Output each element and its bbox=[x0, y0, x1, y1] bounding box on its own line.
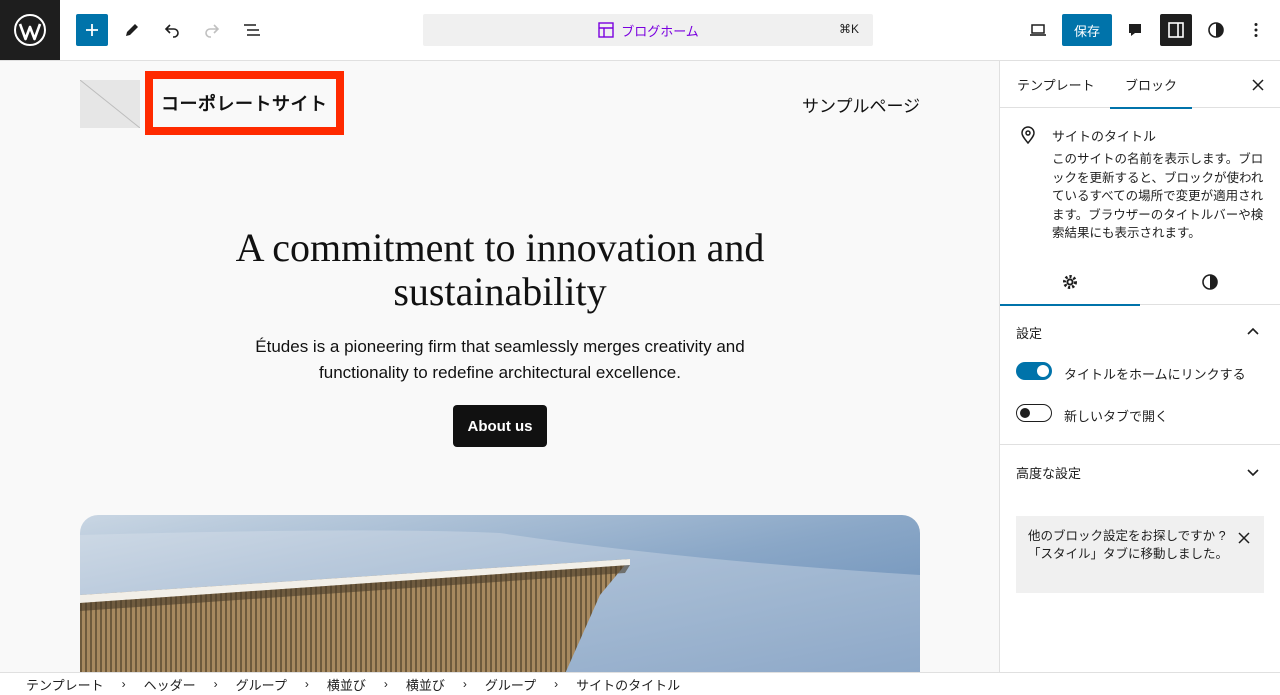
chevron-right-icon: › bbox=[304, 677, 309, 691]
gear-icon bbox=[1063, 274, 1077, 289]
block-inserter-button[interactable] bbox=[76, 14, 108, 46]
breadcrumb-item[interactable]: グループ bbox=[236, 675, 287, 694]
chevron-right-icon: › bbox=[121, 677, 126, 691]
preview-device-button[interactable] bbox=[1022, 14, 1054, 46]
site-title[interactable]: コーポレートサイト bbox=[161, 90, 328, 116]
chevron-up-icon[interactable] bbox=[1246, 324, 1260, 338]
command-label: ブログホーム bbox=[621, 23, 699, 39]
advanced-panel[interactable]: 高度な設定 bbox=[1000, 445, 1280, 497]
save-button[interactable]: 保存 bbox=[1062, 14, 1112, 46]
close-icon bbox=[1252, 79, 1264, 91]
command-palette-bar[interactable]: ブログホーム ⌘K bbox=[423, 14, 873, 46]
template-icon bbox=[598, 22, 614, 38]
block-card: サイトのタイトル このサイトの名前を表示します。ブロックを更新すると、ブロックが… bbox=[1000, 108, 1280, 258]
sidebar-icon bbox=[1168, 22, 1184, 38]
settings-panel: 設定 タイトルをホームにリンクする 新しいタブで開く bbox=[1000, 305, 1280, 445]
block-breadcrumb: テンプレート › ヘッダー › グループ › 横並び › 横並び › グループ … bbox=[0, 672, 1280, 695]
close-sidebar-button[interactable] bbox=[1248, 75, 1268, 95]
link-to-home-toggle[interactable] bbox=[1016, 362, 1052, 380]
redo-button[interactable] bbox=[196, 14, 228, 46]
site-title-block[interactable]: コーポレートサイト bbox=[145, 71, 344, 135]
map-pin-icon bbox=[1021, 126, 1035, 145]
tab-settings[interactable] bbox=[1000, 258, 1140, 306]
building-image bbox=[80, 515, 920, 672]
block-name: サイトのタイトル bbox=[1052, 129, 1157, 144]
chevron-right-icon: › bbox=[213, 677, 218, 691]
tab-styles[interactable] bbox=[1140, 258, 1280, 305]
chevron-right-icon: › bbox=[462, 677, 467, 691]
list-view-icon bbox=[244, 24, 260, 36]
undo-icon bbox=[164, 24, 179, 38]
tools-button[interactable] bbox=[116, 14, 148, 46]
chevron-down-icon[interactable] bbox=[1246, 465, 1260, 479]
tab-template[interactable]: テンプレート bbox=[1017, 61, 1095, 108]
contrast-icon bbox=[1208, 22, 1224, 38]
breadcrumb-item-current[interactable]: サイトのタイトル bbox=[576, 675, 680, 694]
dismiss-notice-button[interactable] bbox=[1238, 531, 1250, 549]
editor-canvas[interactable]: コーポレートサイト サンプルページ A commitment to innova… bbox=[0, 61, 999, 672]
logo-placeholder-icon bbox=[80, 80, 140, 128]
sidebar-tabs: テンプレート ブロック bbox=[1000, 61, 1280, 109]
settings-sidebar: テンプレート ブロック サイトのタイトル このサイトの名前を表示します。ブロック… bbox=[999, 61, 1280, 672]
editor-toolbar: ブログホーム ⌘K 保存 bbox=[0, 0, 1280, 61]
hero-paragraph[interactable]: Études is a pioneering firm that seamles… bbox=[225, 334, 775, 386]
link-to-home-label: タイトルをホームにリンクする bbox=[1064, 367, 1246, 382]
styles-moved-notice: 他のブロック設定をお探しですか ?「スタイル」タブに移動しました。 bbox=[1016, 516, 1264, 593]
site-logo-placeholder[interactable] bbox=[80, 80, 140, 128]
block-inspector-tabs bbox=[1000, 258, 1280, 306]
about-us-button[interactable]: About us bbox=[453, 405, 547, 447]
chevron-right-icon: › bbox=[554, 677, 559, 691]
document-overview-button[interactable] bbox=[236, 14, 268, 46]
pencil-icon bbox=[126, 24, 138, 36]
options-menu-button[interactable] bbox=[1240, 14, 1272, 46]
wordpress-icon bbox=[14, 14, 46, 46]
settings-panel-title[interactable]: 設定 bbox=[1016, 323, 1042, 342]
settings-sidebar-toggle[interactable] bbox=[1160, 14, 1192, 46]
undo-button[interactable] bbox=[156, 14, 188, 46]
comments-button[interactable] bbox=[1119, 14, 1151, 46]
nav-link-sample-page[interactable]: サンプルページ bbox=[802, 92, 920, 117]
hero-heading[interactable]: A commitment to innovation and sustainab… bbox=[200, 226, 800, 314]
open-new-tab-label: 新しいタブで開く bbox=[1064, 409, 1169, 424]
redo-icon bbox=[205, 24, 220, 38]
advanced-panel-title[interactable]: 高度な設定 bbox=[1016, 463, 1081, 482]
breadcrumb-item[interactable]: グループ bbox=[485, 675, 536, 694]
breadcrumb-item[interactable]: ヘッダー bbox=[144, 675, 196, 694]
close-icon bbox=[1238, 532, 1250, 544]
contrast-icon bbox=[1202, 273, 1218, 290]
hero-image[interactable] bbox=[80, 515, 920, 672]
plus-icon bbox=[86, 24, 98, 36]
laptop-icon bbox=[1030, 24, 1046, 36]
block-description: このサイトの名前を表示します。ブロックを更新すると、ブロックが使われているすべて… bbox=[1052, 152, 1264, 240]
command-shortcut: ⌘K bbox=[838, 22, 859, 36]
breadcrumb-item[interactable]: テンプレート bbox=[26, 675, 104, 694]
tab-block[interactable]: ブロック bbox=[1110, 61, 1192, 109]
notice-text: 他のブロック設定をお探しですか ?「スタイル」タブに移動しました。 bbox=[1028, 529, 1229, 561]
more-vertical-icon bbox=[1254, 23, 1258, 37]
open-new-tab-toggle[interactable] bbox=[1016, 404, 1052, 422]
wordpress-logo-button[interactable] bbox=[0, 0, 60, 60]
styles-button[interactable] bbox=[1200, 14, 1232, 46]
breadcrumb-item[interactable]: 横並び bbox=[327, 675, 366, 694]
chevron-right-icon: › bbox=[383, 677, 388, 691]
breadcrumb-item[interactable]: 横並び bbox=[406, 675, 445, 694]
comment-icon bbox=[1129, 24, 1141, 36]
